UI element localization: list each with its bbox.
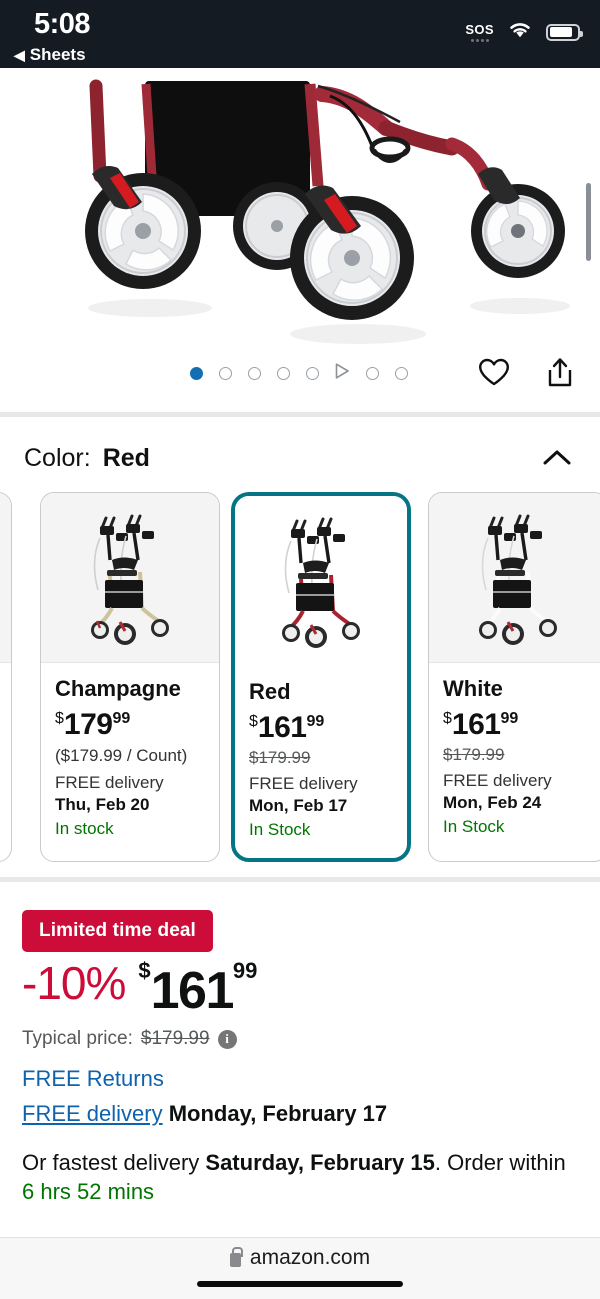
divider-top	[0, 412, 600, 417]
carousel-dot-7[interactable]	[366, 367, 379, 380]
carousel-dot-8[interactable]	[395, 367, 408, 380]
color-variant-list[interactable]: Champagne $17999 ($179.99 / Count) FREE …	[0, 492, 600, 867]
heart-icon[interactable]	[478, 358, 510, 387]
typical-price-label: Typical price:	[22, 1028, 133, 1049]
variant-stock-status: In stock	[55, 818, 114, 838]
current-price: $16199	[138, 958, 258, 1020]
variant-price-symbol: $	[443, 709, 452, 727]
order-within-countdown: 6 hrs 52 mins	[22, 1179, 155, 1205]
back-label: Sheets	[29, 45, 86, 64]
deal-price-row: -10% $16199	[22, 957, 258, 1020]
lock-icon	[229, 1246, 243, 1267]
variant-delivery-label: FREE delivery	[249, 773, 358, 793]
variant-delivery-label: FREE delivery	[55, 772, 164, 792]
image-scrollbar[interactable]	[586, 183, 591, 261]
carousel-indicators[interactable]	[190, 363, 408, 384]
variant-name: White	[443, 676, 503, 701]
fastest-delivery-date: Saturday, February 15	[205, 1150, 435, 1175]
wifi-icon	[507, 20, 533, 44]
sos-icon: SOS	[465, 23, 494, 42]
play-video-icon[interactable]	[335, 363, 350, 384]
carousel-dot-4[interactable]	[277, 367, 290, 380]
variant-delivery-label: FREE delivery	[443, 770, 552, 790]
signal-dots-icon	[470, 38, 489, 42]
home-indicator[interactable]	[197, 1281, 403, 1287]
share-icon[interactable]	[546, 357, 574, 388]
variant-name: Champagne	[55, 676, 181, 701]
color-label-row: Color: Red	[24, 444, 150, 473]
color-label: Color:	[24, 444, 91, 472]
variant-price-whole: 179	[63, 707, 113, 741]
variant-name: Red	[249, 679, 291, 704]
battery-icon	[546, 23, 583, 41]
carousel-dot-5[interactable]	[306, 367, 319, 380]
fastest-delivery-prefix: Or fastest delivery	[22, 1150, 206, 1175]
price-fraction: 99	[232, 958, 258, 983]
color-value: Red	[102, 444, 150, 472]
variant-stock-status: In Stock	[443, 816, 505, 836]
variant-unit-price: ($179.99 / Count)	[55, 745, 188, 765]
carousel-controls	[0, 355, 600, 400]
fastest-delivery-mid: . Order within	[434, 1150, 566, 1175]
fastest-delivery-row: Or fastest delivery Saturday, February 1…	[22, 1148, 582, 1206]
back-to-sheets-button[interactable]: ◀ Sheets	[14, 45, 86, 65]
variant-thumbnail-partial	[0, 493, 11, 663]
variant-info-red: Red $16199 $179.99 FREE delivery Mon, Fe…	[235, 666, 407, 840]
page-root: 5:08 ◀ Sheets SOS Color: Red Champagne $…	[0, 0, 600, 1299]
variant-price-symbol: $	[249, 712, 258, 730]
carousel-dot-2[interactable]	[219, 367, 232, 380]
typical-price-row: Typical price: $179.99 i	[22, 1028, 237, 1050]
variant-thumbnail-red	[235, 496, 407, 666]
free-delivery-date: Monday, February 17	[168, 1101, 388, 1126]
variant-card-champagne[interactable]: Champagne $17999 ($179.99 / Count) FREE …	[40, 492, 220, 862]
variant-strike-price: $179.99	[443, 744, 505, 764]
variant-card-white[interactable]: White $16199 $179.99 FREE delivery Mon, …	[428, 492, 600, 862]
limited-time-deal-badge: Limited time deal	[22, 910, 213, 952]
typical-price-value: $179.99	[140, 1028, 210, 1049]
variant-card-partial[interactable]	[0, 492, 12, 862]
variant-price-frac: 99	[306, 712, 325, 730]
chevron-up-icon[interactable]	[542, 448, 572, 472]
info-icon[interactable]: i	[217, 1029, 237, 1049]
free-returns-link[interactable]: FREE Returns	[22, 1066, 164, 1092]
variant-thumbnail-white	[429, 493, 600, 663]
status-bar-indicators: SOS	[465, 20, 583, 44]
variant-price-frac: 99	[112, 709, 131, 727]
discount-percent: -10%	[22, 957, 126, 1009]
price-whole: 161	[150, 962, 235, 1020]
url-text: amazon.com	[249, 1246, 371, 1269]
carousel-dot-1[interactable]	[190, 367, 203, 380]
price-symbol: $	[138, 958, 151, 983]
status-bar-time: 5:08	[34, 8, 91, 40]
hero-action-buttons	[478, 357, 574, 388]
sos-label: SOS	[465, 21, 494, 37]
variant-delivery-date: Mon, Feb 24	[443, 792, 542, 812]
variant-price: $16199	[443, 707, 600, 741]
variant-price-frac: 99	[500, 709, 519, 727]
back-arrow-icon: ◀	[14, 47, 25, 63]
carousel-dot-3[interactable]	[248, 367, 261, 380]
free-delivery-row: FREE delivery Monday, February 17	[22, 1101, 387, 1127]
variant-delivery-date: Thu, Feb 20	[55, 794, 150, 814]
color-selector-header[interactable]: Color: Red	[0, 440, 600, 485]
browser-bottom-bar: amazon.com	[0, 1237, 600, 1299]
variant-strike-price: $179.99	[249, 747, 311, 767]
variant-price-symbol: $	[55, 709, 64, 727]
variant-price-whole: 161	[257, 710, 307, 744]
free-delivery-link[interactable]: FREE delivery	[22, 1101, 163, 1126]
url-display[interactable]: amazon.com	[0, 1246, 600, 1270]
divider-middle	[0, 877, 600, 882]
variant-info-white: White $16199 $179.99 FREE delivery Mon, …	[429, 663, 600, 837]
variant-stock-status: In Stock	[249, 819, 311, 839]
variant-card-red[interactable]: Red $16199 $179.99 FREE delivery Mon, Fe…	[231, 492, 411, 862]
variant-price-whole: 161	[451, 707, 501, 741]
status-bar: 5:08 ◀ Sheets SOS	[0, 0, 600, 68]
variant-price: $16199	[249, 710, 407, 744]
variant-price: $17999	[55, 707, 219, 741]
variant-thumbnail-champagne	[41, 493, 219, 663]
variant-info-champagne: Champagne $17999 ($179.99 / Count) FREE …	[41, 663, 219, 839]
variant-delivery-date: Mon, Feb 17	[249, 795, 348, 815]
